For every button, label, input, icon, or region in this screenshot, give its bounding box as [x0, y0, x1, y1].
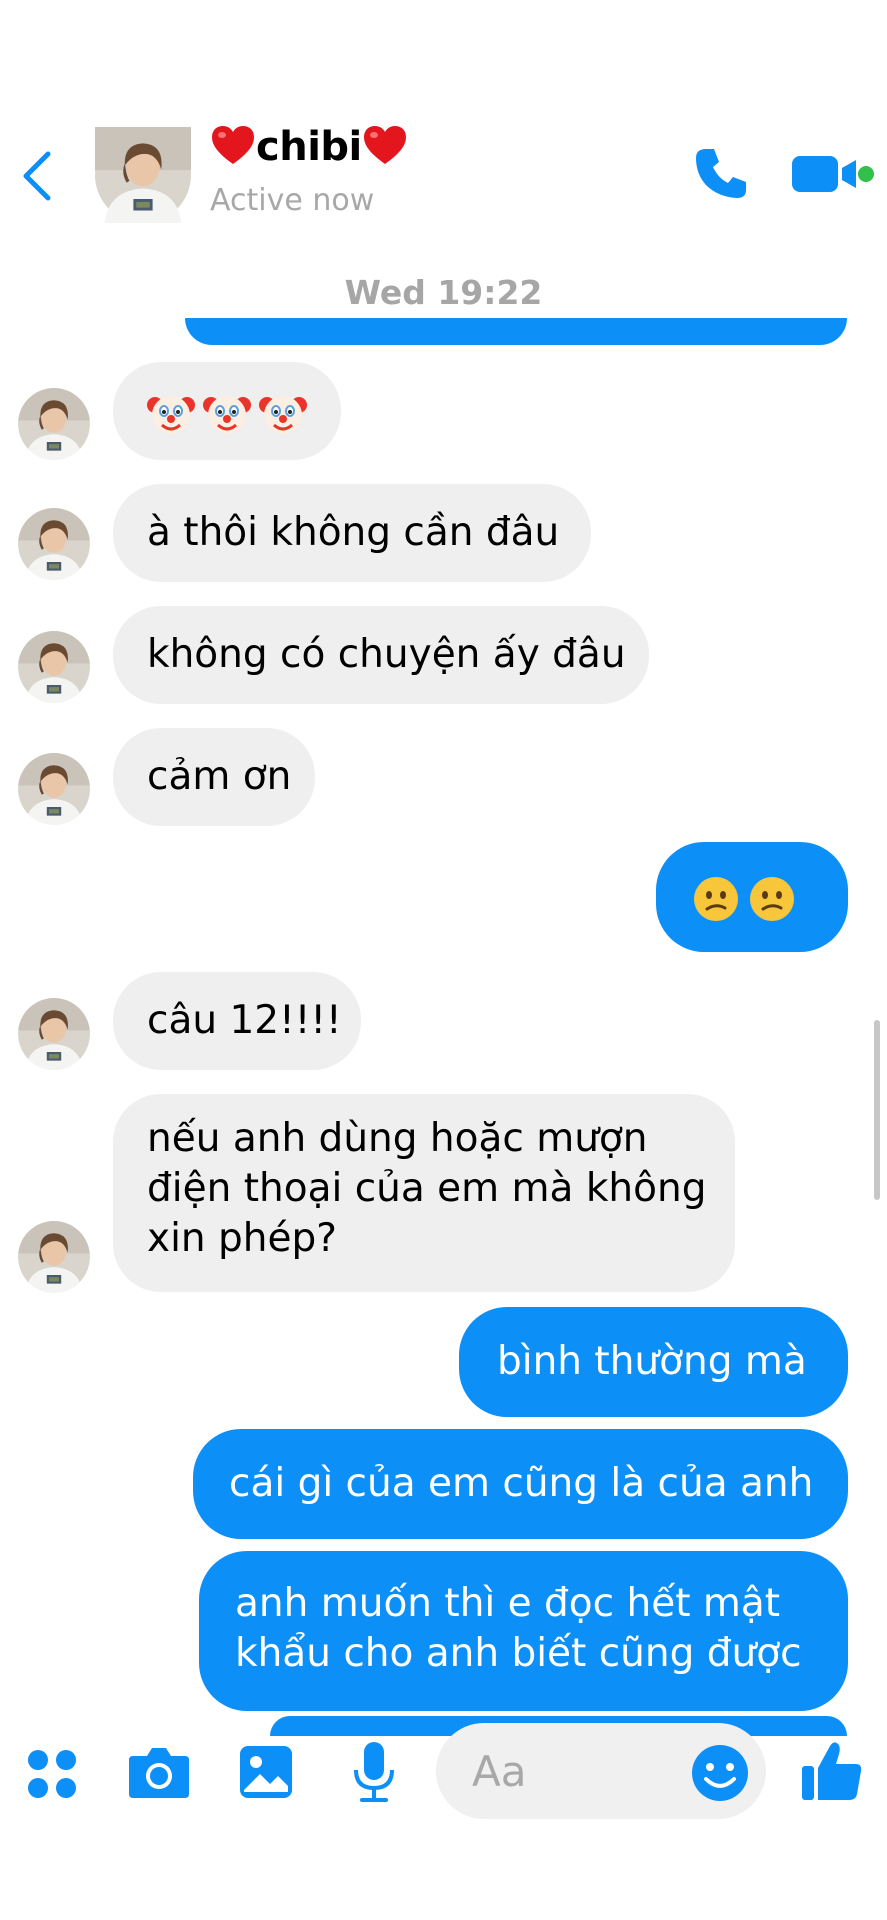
- incoming-message[interactable]: à thôi không cần đâu: [113, 484, 591, 582]
- message-line: anh muốn thì e đọc hết mật: [235, 1581, 781, 1626]
- conversation-header: chibi Active now: [0, 0, 887, 250]
- message-text: cái gì của em cũng là của anh: [229, 1461, 814, 1506]
- message-text: câu 12!!!!: [147, 998, 342, 1043]
- contact-name-text: chibi: [256, 124, 362, 170]
- back-icon[interactable]: [14, 148, 60, 204]
- phone-call-icon[interactable]: [692, 145, 750, 203]
- sender-avatar[interactable]: [18, 998, 90, 1070]
- sender-avatar[interactable]: [18, 508, 90, 580]
- message-timestamp: Wed 19:22: [344, 273, 543, 312]
- message-line: nếu anh dùng hoặc mượn: [147, 1116, 648, 1161]
- camera-icon[interactable]: [127, 1744, 191, 1800]
- thumbs-up-icon[interactable]: [800, 1738, 864, 1804]
- clown-emoji-icon: [203, 389, 251, 437]
- scrollbar[interactable]: [874, 1020, 880, 1200]
- sender-avatar[interactable]: [18, 631, 90, 703]
- message-line: khẩu cho anh biết cũng được: [235, 1631, 802, 1676]
- online-indicator: [858, 166, 874, 182]
- video-call-icon[interactable]: [790, 152, 860, 196]
- confused-emoji-icon: [748, 875, 796, 923]
- clown-emoji-icon: [259, 389, 307, 437]
- incoming-message[interactable]: nếu anh dùng hoặc mượn điện thoại của em…: [113, 1094, 735, 1292]
- outgoing-message[interactable]: anh muốn thì e đọc hết mật khẩu cho anh …: [199, 1551, 848, 1711]
- sender-avatar[interactable]: [18, 1221, 90, 1293]
- active-status: Active now: [210, 183, 375, 218]
- incoming-message[interactable]: câu 12!!!!: [113, 972, 361, 1070]
- message-line: điện thoại của em mà không: [147, 1166, 707, 1211]
- outgoing-message[interactable]: cái gì của em cũng là của anh: [193, 1429, 848, 1539]
- sender-avatar[interactable]: [18, 388, 90, 460]
- contact-name[interactable]: chibi: [210, 124, 408, 170]
- emoji-icon[interactable]: [690, 1743, 750, 1803]
- outgoing-message-partial[interactable]: [185, 318, 847, 345]
- outgoing-message[interactable]: bình thường mà: [459, 1307, 848, 1417]
- message-text: cảm ơn: [147, 754, 292, 799]
- apps-icon[interactable]: [26, 1748, 78, 1800]
- incoming-message[interactable]: cảm ơn: [113, 728, 315, 826]
- message-input[interactable]: [472, 1743, 692, 1799]
- sender-avatar[interactable]: [18, 753, 90, 825]
- message-text: à thôi không cần đâu: [147, 510, 560, 555]
- gallery-icon[interactable]: [238, 1744, 294, 1800]
- heart-icon: [210, 124, 256, 166]
- incoming-message[interactable]: 🤡🤡🤡: [113, 362, 341, 460]
- incoming-message[interactable]: không có chuyện ấy đâu: [113, 606, 649, 704]
- heart-icon: [362, 124, 408, 166]
- contact-avatar[interactable]: [95, 127, 191, 223]
- message-text: không có chuyện ấy đâu: [147, 632, 626, 677]
- message-line: xin phép?: [147, 1216, 337, 1261]
- microphone-icon[interactable]: [350, 1740, 398, 1804]
- outgoing-message[interactable]: 😕😕: [656, 842, 848, 952]
- message-text: bình thường mà: [497, 1339, 807, 1384]
- clown-emoji-icon: [147, 389, 195, 437]
- confused-emoji-icon: [692, 875, 740, 923]
